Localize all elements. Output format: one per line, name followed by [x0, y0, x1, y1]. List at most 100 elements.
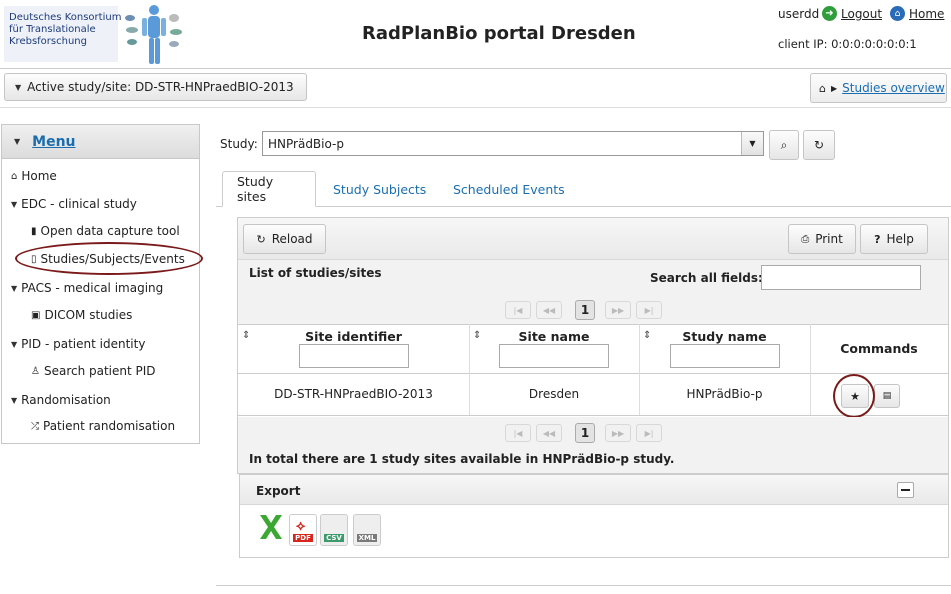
book-icon: ▮ [31, 225, 37, 237]
tab-study-subjects[interactable]: Study Subjects [319, 171, 440, 207]
breadcrumb: ⌂ ▶ Studies overview [810, 73, 947, 103]
menu-item-home[interactable]: ⌂ Home [11, 169, 57, 183]
menu-item-label: PACS - medical imaging [21, 281, 164, 295]
highlight-ring-menu [15, 242, 203, 275]
menu-item-label: Home [21, 169, 57, 183]
refresh-icon: ↻ [813, 138, 825, 152]
tab-label: Study sites [237, 174, 274, 204]
first-page-icon[interactable]: |◀ [505, 424, 531, 442]
logout-link[interactable]: ➜ Logout [822, 6, 882, 21]
csv-label: CSV [324, 534, 344, 542]
reload-icon: ↻ [256, 232, 266, 246]
prev-page-icon[interactable]: ◀◀ [536, 301, 562, 319]
home-link[interactable]: ⌂ Home [890, 6, 944, 21]
study-dropdown[interactable]: HNPrädBio-p ▼ [262, 131, 764, 156]
collapse-icon[interactable] [897, 482, 914, 498]
expand-icon: ▼ [11, 283, 18, 293]
next-page-icon[interactable]: ▶▶ [605, 301, 631, 319]
column-header-study-name[interactable]: Study name [639, 329, 810, 344]
prev-page-icon[interactable]: ◀◀ [536, 424, 562, 442]
page-number-button[interactable]: 1 [575, 423, 595, 443]
logo-text-line3: Krebsforschung [9, 36, 87, 47]
menu-item-label: Patient randomisation [43, 419, 176, 433]
tab-scheduled-events[interactable]: Scheduled Events [439, 171, 579, 207]
menu-item-pid[interactable]: ▼ PID - patient identity [11, 337, 145, 351]
header-divider [0, 68, 951, 69]
home-small-icon: ⌂ [11, 170, 18, 182]
logout-icon: ➜ [822, 6, 837, 21]
chevron-down-icon[interactable]: ▼ [741, 132, 763, 155]
column-header-site-identifier[interactable]: Site identifier [238, 329, 469, 344]
export-title: Export [256, 484, 301, 498]
menu-item-open-data-capture[interactable]: ▮ Open data capture tool [31, 224, 180, 238]
excel-export-icon[interactable] [256, 514, 284, 546]
menu-item-patient-randomisation[interactable]: ⤮ Patient randomisation [31, 419, 175, 433]
print-label: Print [815, 232, 843, 246]
filter-site-name-input[interactable] [499, 344, 609, 368]
menu-item-label: Open data capture tool [40, 224, 180, 238]
last-page-icon[interactable]: ▶| [636, 301, 662, 319]
print-button[interactable]: ⎙ Print [788, 224, 856, 254]
tab-study-sites[interactable]: Study sites [222, 171, 316, 207]
help-button[interactable]: ? Help [860, 224, 928, 254]
print-icon: ⎙ [801, 233, 810, 245]
search-button[interactable]: ⌕ [769, 130, 799, 160]
pdf-export-icon[interactable]: ⟡ PDF [289, 514, 317, 546]
first-page-icon[interactable]: |◀ [505, 301, 531, 319]
reload-button[interactable]: ↻ Reload [243, 224, 326, 254]
bar-divider [0, 107, 951, 108]
column-header-site-name[interactable]: Site name [469, 329, 639, 344]
table-footer-text: In total there are 1 study sites availab… [249, 452, 675, 466]
export-header [240, 475, 948, 505]
xml-export-icon[interactable]: XML [353, 514, 381, 546]
cell-study-name: HNPrädBio-p [686, 387, 763, 401]
active-study-button[interactable]: ▼ Active study/site: DD-STR-HNPraedBIO-2… [4, 73, 307, 101]
study-dropdown-value: HNPrädBio-p [268, 136, 345, 151]
pdf-label: PDF [293, 534, 313, 542]
help-icon: ? [874, 232, 881, 246]
tab-label: Scheduled Events [453, 181, 565, 197]
highlight-ring-command [833, 374, 875, 418]
table-caption: List of studies/sites [249, 266, 382, 280]
column-header-commands: Commands [840, 341, 918, 356]
page-bottom-divider [216, 585, 951, 586]
logo-text-line2: für Translationale [9, 24, 96, 35]
menu-item-dicom-studies[interactable]: ▣ DICOM studies [31, 308, 132, 322]
image-icon: ▣ [31, 309, 41, 321]
expand-icon: ▼ [11, 395, 18, 405]
menu-header[interactable]: ▼ Menu [2, 125, 199, 159]
active-study-label: Active study/site: DD-STR-HNPraedBIO-201… [27, 80, 294, 94]
xml-label: XML [356, 534, 378, 542]
menu-item-randomisation[interactable]: ▼ Randomisation [11, 393, 111, 407]
username: userdd [778, 7, 820, 21]
reload-label: Reload [271, 232, 313, 246]
menu-item-search-patient-pid[interactable]: ♙ Search patient PID [31, 364, 156, 378]
expand-icon: ▼ [11, 199, 18, 209]
details-button[interactable]: ▤ [874, 384, 900, 408]
search-all-label: Search all fields: [650, 271, 763, 285]
breadcrumb-arrow-icon: ▶ [830, 83, 838, 93]
studies-overview-link[interactable]: Studies overview [842, 81, 945, 95]
breadcrumb-home-icon[interactable]: ⌂ [819, 82, 826, 95]
next-page-icon[interactable]: ▶▶ [605, 424, 631, 442]
refresh-button[interactable]: ↻ [803, 130, 835, 160]
search-all-input[interactable] [761, 265, 921, 290]
menu-item-label: EDC - clinical study [21, 197, 137, 211]
menu-item-label: Randomisation [21, 393, 111, 407]
person-icon: ♙ [31, 365, 40, 377]
filter-site-identifier-input[interactable] [299, 344, 409, 368]
help-label: Help [886, 232, 914, 246]
csv-export-icon[interactable]: CSV [320, 514, 348, 546]
menu-item-label: PID - patient identity [21, 337, 146, 351]
menu-item-edc[interactable]: ▼ EDC - clinical study [11, 197, 137, 211]
search-icon: ⌕ [780, 137, 788, 152]
logout-label: Logout [841, 6, 883, 21]
page-number-button[interactable]: 1 [575, 300, 595, 320]
study-label: Study: [220, 137, 258, 151]
menu-item-label: DICOM studies [44, 308, 133, 322]
menu-item-pacs[interactable]: ▼ PACS - medical imaging [11, 281, 163, 295]
page-title: RadPlanBio portal Dresden [362, 23, 636, 44]
filter-study-name-input[interactable] [670, 344, 780, 368]
last-page-icon[interactable]: ▶| [636, 424, 662, 442]
cell-site-name: Dresden [528, 387, 580, 401]
